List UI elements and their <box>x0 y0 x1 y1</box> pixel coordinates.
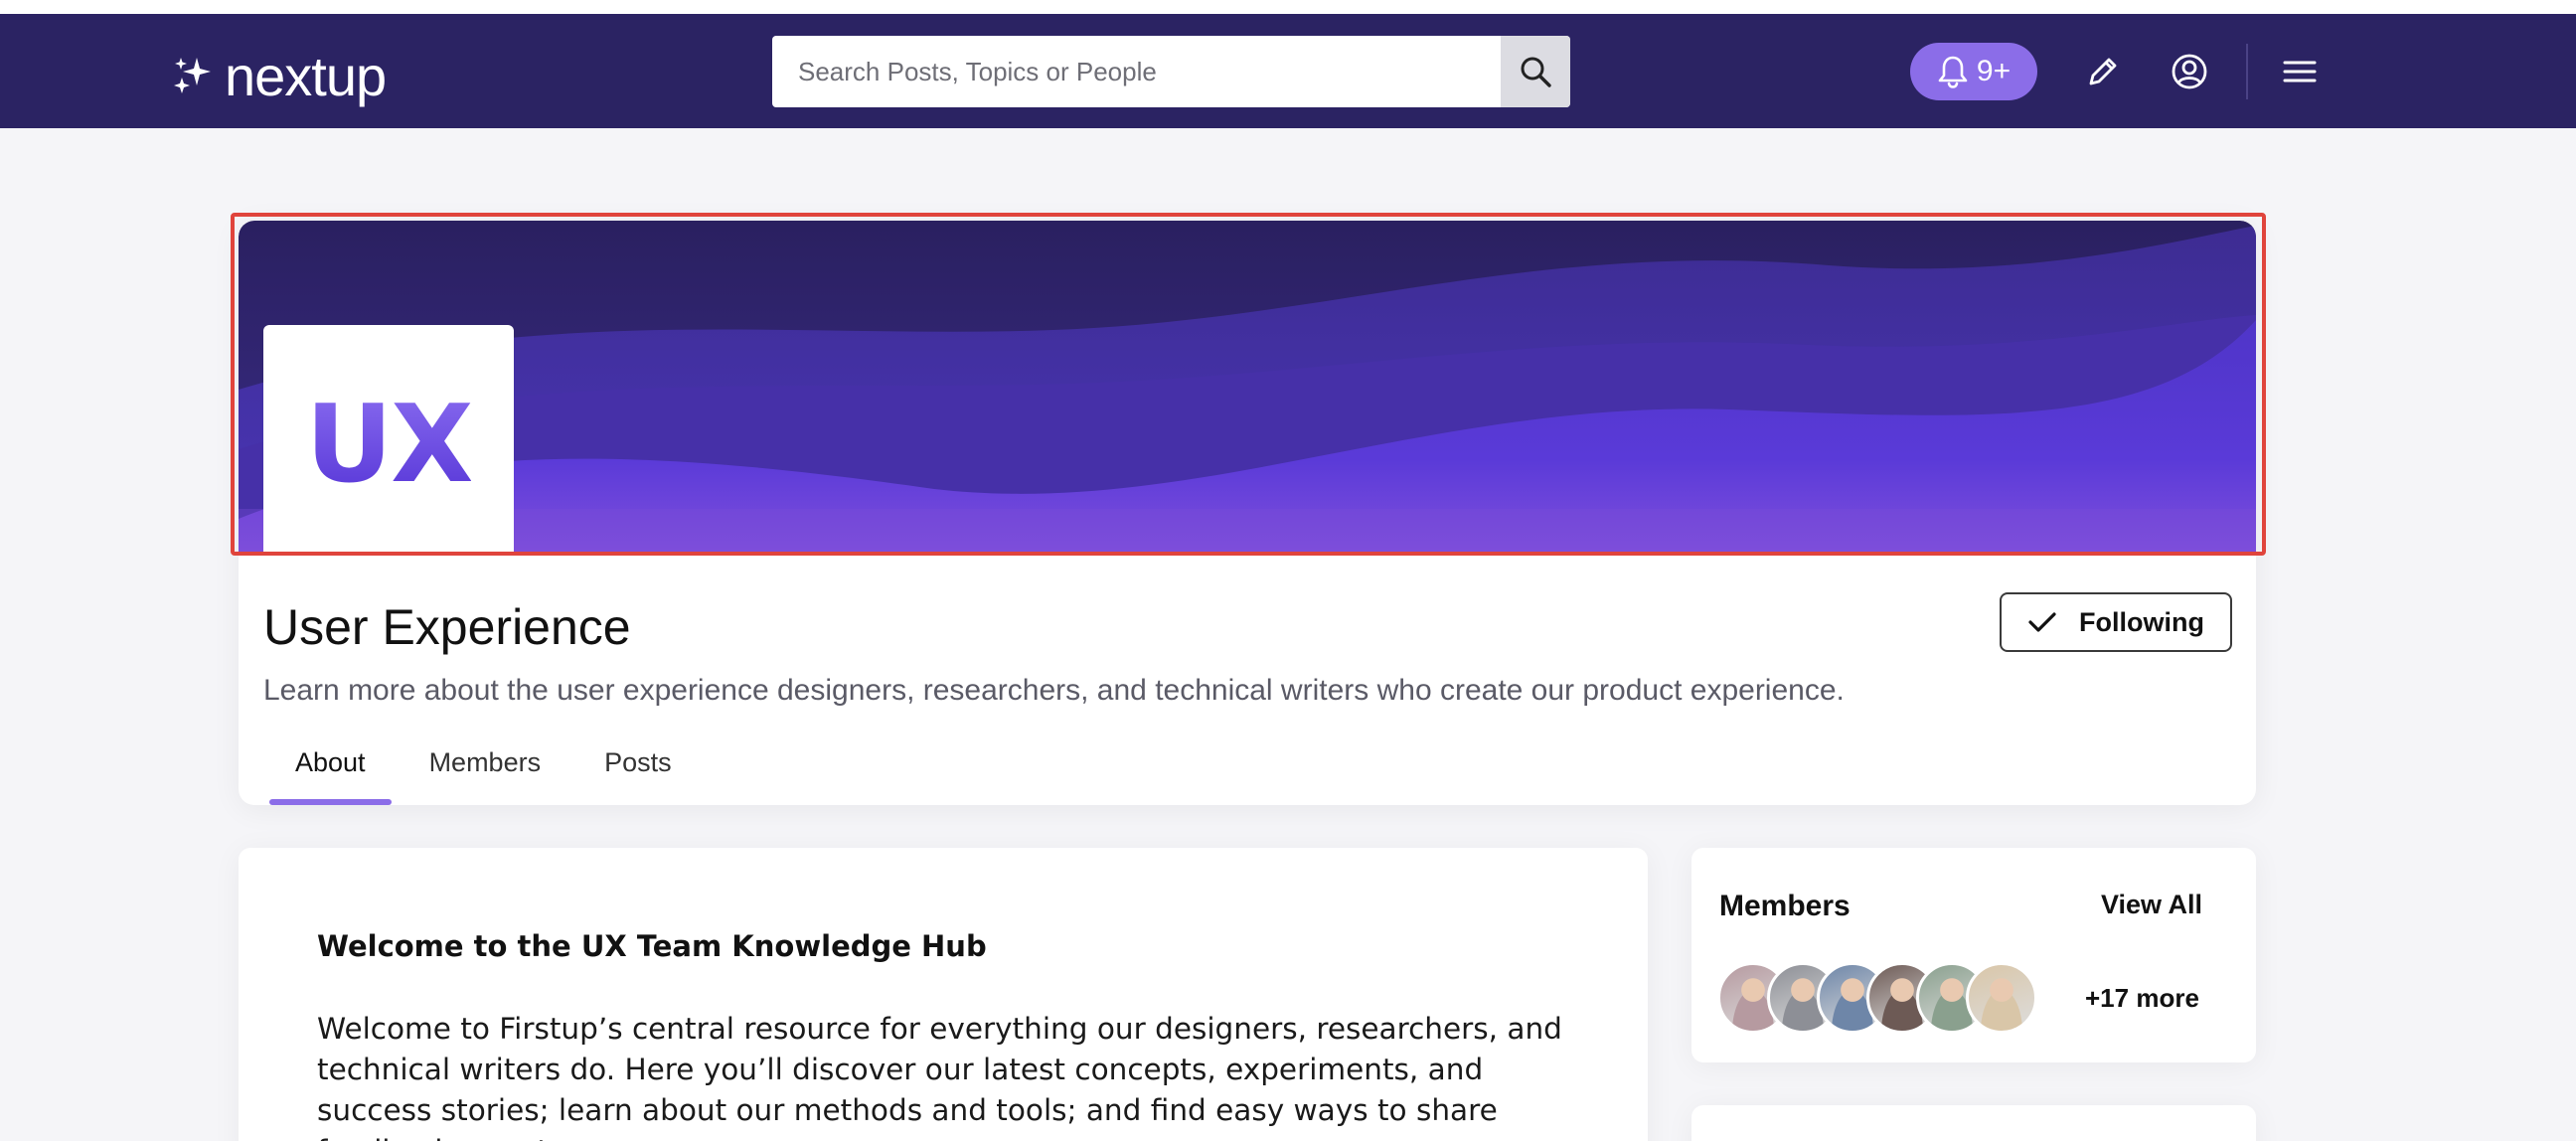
about-card: Welcome to the UX Team Knowledge Hub Wel… <box>239 848 1648 1141</box>
profile-button[interactable] <box>2170 52 2209 91</box>
compose-button[interactable] <box>2083 52 2123 91</box>
wave-banner-image <box>239 221 2256 552</box>
search-bar <box>772 36 1570 107</box>
group-logo-text: UX <box>305 382 474 507</box>
pencil-icon <box>2089 58 2117 85</box>
logo-text: nextup <box>225 45 387 107</box>
hamburger-menu-icon <box>2283 61 2317 82</box>
group-description: Learn more about the user experience des… <box>263 674 1845 707</box>
avatar[interactable] <box>1966 962 2037 1034</box>
group-header-card: UX User Experience Learn more about the … <box>239 221 2256 805</box>
group-banner: UX <box>239 221 2256 552</box>
top-strip <box>0 0 2576 14</box>
member-avatars <box>1717 962 2037 1034</box>
sparkle-icon <box>174 58 211 93</box>
notifications-button[interactable]: 9+ <box>1910 43 2037 100</box>
group-logo: UX <box>263 325 514 552</box>
search-input[interactable] <box>772 36 1501 107</box>
menu-button[interactable] <box>2280 52 2320 91</box>
notification-count: 9+ <box>1976 55 2012 87</box>
nav-divider <box>2246 44 2248 99</box>
tab-about[interactable]: About <box>263 747 398 805</box>
bell-icon <box>1938 56 1968 88</box>
more-members-count[interactable]: +17 more <box>2085 983 2199 1014</box>
members-title: Members <box>1719 890 1851 922</box>
nextup-logo[interactable]: nextup <box>171 42 387 111</box>
tab-members[interactable]: Members <box>398 747 573 805</box>
search-icon <box>1521 57 1551 87</box>
following-button[interactable]: Following <box>2000 592 2232 652</box>
about-body: Welcome to Firstup’s central resource fo… <box>317 1012 1562 1141</box>
view-all-members-link[interactable]: View All <box>2101 890 2202 920</box>
checkmark-icon <box>2028 612 2056 632</box>
top-navbar: nextup 9+ <box>0 14 2576 128</box>
tab-posts[interactable]: Posts <box>572 747 704 805</box>
about-heading: Welcome to the UX Team Knowledge Hub <box>317 929 987 963</box>
group-title: User Experience <box>263 599 631 655</box>
group-tabs: About Members Posts <box>263 747 704 805</box>
secondary-side-card <box>1691 1105 2256 1141</box>
search-button[interactable] <box>1501 36 1570 107</box>
following-label: Following <box>2079 606 2204 637</box>
user-circle-icon <box>2172 54 2207 89</box>
members-card: Members View All +17 more <box>1691 848 2256 1062</box>
